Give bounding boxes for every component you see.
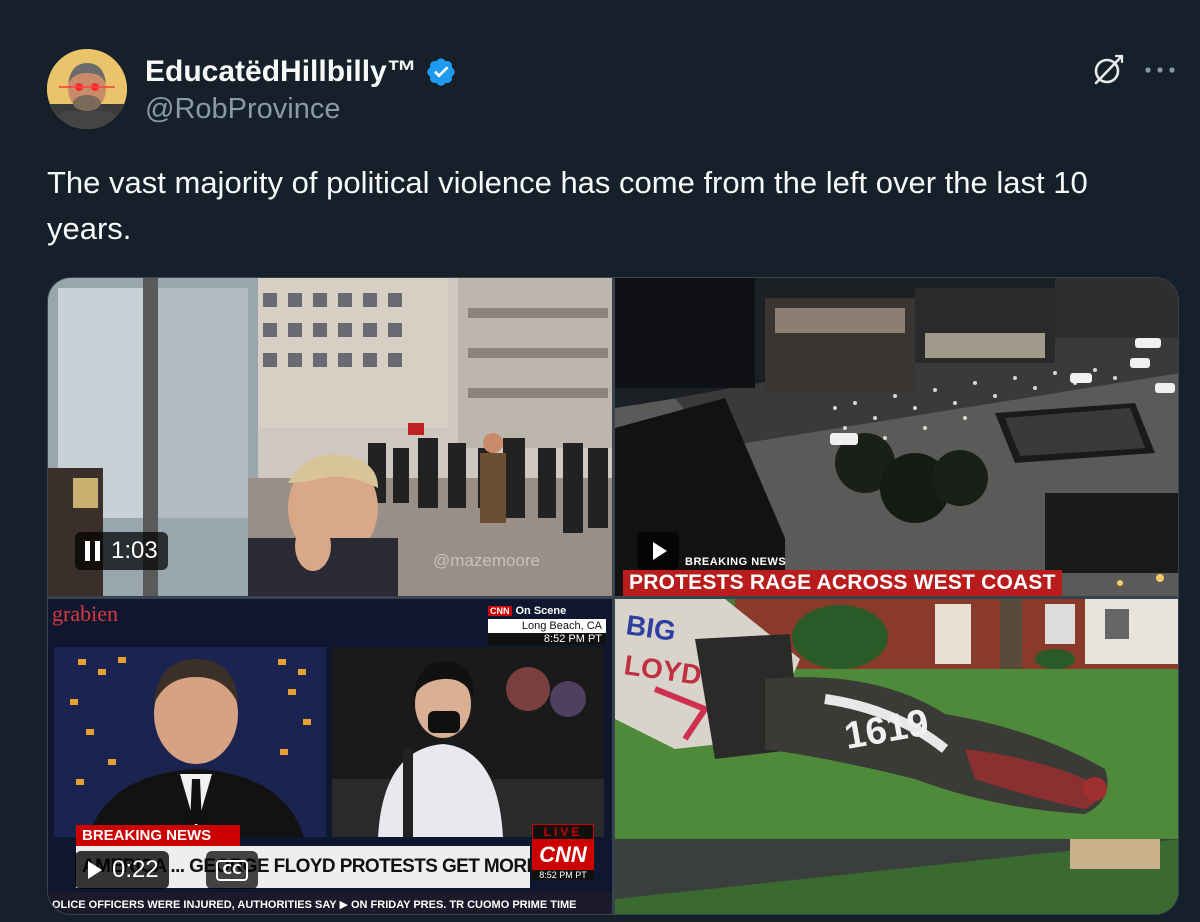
media-grid: @mazemoore 1:03 BREAKING NEWS PROTESTS R… xyxy=(47,277,1179,915)
live-time: 8:52 PM PT xyxy=(532,870,594,880)
media-image-4[interactable]: BIG LOYD 1619 xyxy=(615,599,1178,914)
avatar-image xyxy=(47,49,127,129)
on-scene-location: Long Beach, CA xyxy=(488,619,606,633)
author-handle[interactable]: @RobProvince xyxy=(145,93,340,126)
media-video-2[interactable]: BREAKING NEWS PROTESTS RAGE ACROSS WEST … xyxy=(615,278,1178,596)
media-video-1[interactable]: @mazemoore 1:03 xyxy=(48,278,612,596)
grok-icon[interactable] xyxy=(1090,52,1126,88)
cnn-small-logo: CNN xyxy=(488,606,512,616)
play-icon xyxy=(88,861,102,879)
video-1-duration: 1:03 xyxy=(111,537,158,564)
tweet-card: EducatëdHillbilly™ @RobProvince The vast… xyxy=(0,0,1200,922)
pause-icon xyxy=(85,541,101,561)
cnn-logo: CNN xyxy=(532,840,594,870)
author-display-name[interactable]: EducatëdHillbilly™ xyxy=(145,55,417,89)
on-scene-time: 8:52 PM PT xyxy=(488,633,606,645)
video-1-watermark: @mazemoore xyxy=(433,551,541,570)
on-scene-label: On Scene xyxy=(515,605,567,617)
more-icon[interactable] xyxy=(1140,54,1180,86)
video-3-duration: 0:22 xyxy=(112,856,159,883)
verified-badge-icon[interactable] xyxy=(425,56,457,88)
author-avatar[interactable] xyxy=(47,49,127,129)
cnn-breaking-news: BREAKING NEWS xyxy=(76,825,240,846)
image-4-photo: BIG LOYD 1619 xyxy=(615,599,1178,914)
media-video-3[interactable]: grabien CNN On Scene Long Beach, CA 8:52 … xyxy=(48,599,612,914)
video-1-duration-badge[interactable]: 1:03 xyxy=(75,532,168,570)
video-2-chyron: BREAKING NEWS PROTESTS RAGE ACROSS WEST … xyxy=(623,548,1062,596)
cnn-on-scene-box: CNN On Scene Long Beach, CA 8:52 PM PT xyxy=(488,605,606,645)
tweet-text: The vast majority of political violence … xyxy=(47,165,1088,246)
closed-captions-button[interactable]: CC xyxy=(206,851,258,889)
author-name-row: EducatëdHillbilly™ xyxy=(145,52,457,92)
chyron-headline: PROTESTS RAGE ACROSS WEST COAST xyxy=(623,570,1062,596)
cnn-live-box: LIVE CNN 8:52 PM PT xyxy=(532,824,594,880)
cc-icon: CC xyxy=(216,859,248,881)
video-3-source-watermark: grabien xyxy=(52,601,118,626)
cnn-ticker: OLICE OFFICERS WERE INJURED, AUTHORITIES… xyxy=(48,892,612,914)
chyron-breaking-label: BREAKING NEWS xyxy=(685,556,787,568)
live-label: LIVE xyxy=(532,824,594,840)
video-3-duration-badge[interactable]: 0:22 xyxy=(75,851,169,889)
